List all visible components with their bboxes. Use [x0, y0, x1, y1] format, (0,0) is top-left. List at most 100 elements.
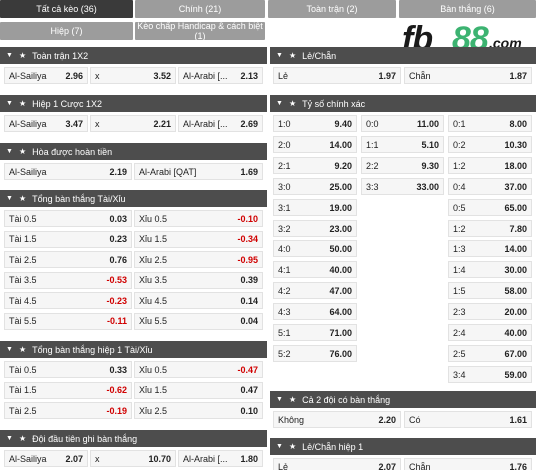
odds-cell[interactable]: Chẵn 1.87: [404, 67, 532, 84]
odds-cell[interactable]: Tài 0.5 0.03: [4, 210, 132, 227]
odds-cell[interactable]: 0:4 37.00: [448, 178, 532, 195]
odds-cell[interactable]: Al-Sailiya 2.19: [4, 163, 132, 180]
favorite-star-icon[interactable]: ★: [19, 345, 26, 354]
odds-cell[interactable]: 1:2 7.80: [448, 220, 532, 237]
odds-cell[interactable]: 3:1 19.00: [273, 199, 357, 216]
odds-cell[interactable]: x 10.70: [90, 450, 176, 467]
odds-cell[interactable]: Al-Sailiya 3.47: [4, 115, 88, 132]
collapse-arrow-icon[interactable]: ▼: [276, 52, 283, 59]
odds-cell[interactable]: 3:0 25.00: [273, 178, 357, 195]
tab-fulltime[interactable]: Toàn trận (2): [268, 0, 396, 18]
tab-main[interactable]: Chính (21): [135, 0, 265, 18]
favorite-star-icon[interactable]: ★: [19, 99, 26, 108]
favorite-star-icon[interactable]: ★: [19, 147, 26, 156]
odds-cell[interactable]: Tài 2.5 0.76: [4, 251, 132, 268]
odds-cell[interactable]: 3:4 59.00: [448, 366, 532, 383]
odds-cell[interactable]: 1:1 5.10: [361, 136, 444, 153]
section-header[interactable]: ▼ ★ Tổng bàn thắng Tài/Xỉu: [0, 190, 267, 207]
favorite-star-icon[interactable]: ★: [289, 395, 296, 404]
odds-cell[interactable]: 2:1 9.20: [273, 157, 357, 174]
odds-cell[interactable]: Tài 2.5 -0.19: [4, 402, 132, 419]
odds-cell[interactable]: 3:2 23.00: [273, 220, 357, 237]
odds-cell[interactable]: 1:3 14.00: [448, 240, 532, 257]
odds-cell[interactable]: 4:0 50.00: [273, 240, 357, 257]
odds-cell[interactable]: Tài 0.5 0.33: [4, 361, 132, 378]
favorite-star-icon[interactable]: ★: [289, 442, 296, 451]
odds-cell[interactable]: Xỉu 4.5 0.14: [134, 292, 263, 309]
odds-cell[interactable]: 1:0 9.40: [273, 115, 357, 132]
odds-cell[interactable]: Xỉu 5.5 0.04: [134, 312, 263, 330]
odds-cell[interactable]: 5:1 71.00: [273, 324, 357, 341]
odds-cell[interactable]: Al-Arabi [... 2.69: [178, 115, 263, 132]
section-header[interactable]: ▼ ★ Toàn trận 1X2: [0, 47, 267, 64]
collapse-arrow-icon[interactable]: ▼: [6, 435, 13, 442]
odds-cell[interactable]: 2:3 20.00: [448, 303, 532, 320]
odds-cell[interactable]: 0:5 65.00: [448, 199, 532, 216]
odds-cell[interactable]: 3:3 33.00: [361, 178, 444, 195]
odds-cell[interactable]: Xỉu 3.5 0.39: [134, 271, 263, 289]
tab-half[interactable]: Hiệp (7): [0, 22, 133, 40]
collapse-arrow-icon[interactable]: ▼: [6, 195, 13, 202]
odds-cell[interactable]: Tài 3.5 -0.53: [4, 271, 132, 289]
odds-cell[interactable]: Xỉu 1.5 -0.34: [134, 230, 263, 248]
odds-cell[interactable]: Lẻ 1.97: [273, 67, 401, 84]
odds-cell[interactable]: 2:4 40.00: [448, 324, 532, 341]
collapse-arrow-icon[interactable]: ▼: [276, 443, 283, 450]
odds-cell[interactable]: Al-Arabi [... 2.13: [178, 67, 263, 84]
section-header[interactable]: ▼ ★ Hiệp 1 Cược 1X2: [0, 95, 267, 112]
odds-cell[interactable]: Al-Sailiya 2.07: [4, 450, 88, 467]
odds-cell[interactable]: 0:1 8.00: [448, 115, 532, 132]
tab-handicap[interactable]: Kèo chấp Handicap & cách biệt (1): [135, 21, 265, 41]
collapse-arrow-icon[interactable]: ▼: [276, 396, 283, 403]
odds-cell[interactable]: x 3.52: [90, 67, 176, 84]
section-header[interactable]: ▼ ★ Cả 2 đội có bàn thắng: [270, 391, 536, 408]
odds-cell[interactable]: Al-Sailiya 2.96: [4, 67, 88, 84]
odds-cell[interactable]: Có 1.61: [404, 411, 532, 428]
odds-cell[interactable]: Chẵn 1.76: [404, 458, 532, 470]
section-header[interactable]: ▼ ★ Hòa được hoàn tiền: [0, 143, 267, 160]
odds-cell[interactable]: 1:4 30.00: [448, 261, 532, 278]
odds-cell[interactable]: Xỉu 2.5 0.10: [134, 402, 263, 419]
odds-cell[interactable]: Al-Arabi [QAT] 1.69: [134, 163, 263, 180]
odds-cell[interactable]: 4:1 40.00: [273, 261, 357, 278]
odds-cell[interactable]: 0:2 10.30: [448, 136, 532, 153]
odds-cell[interactable]: Al-Arabi [... 1.80: [178, 450, 263, 467]
odds-cell[interactable]: 2:0 14.00: [273, 136, 357, 153]
collapse-arrow-icon[interactable]: ▼: [276, 100, 283, 107]
odds-cell[interactable]: Tài 1.5 0.23: [4, 230, 132, 248]
odds-cell[interactable]: 2:2 9.30: [361, 157, 444, 174]
tab-all[interactable]: Tất cả kèo (36): [0, 0, 133, 18]
collapse-arrow-icon[interactable]: ▼: [6, 148, 13, 155]
collapse-arrow-icon[interactable]: ▼: [6, 52, 13, 59]
odds-cell[interactable]: 5:2 76.00: [273, 345, 357, 362]
favorite-star-icon[interactable]: ★: [19, 434, 26, 443]
tab-goals[interactable]: Bàn thắng (6): [399, 0, 536, 18]
odds-cell[interactable]: Xỉu 1.5 0.47: [134, 381, 263, 399]
odds-cell[interactable]: Tài 1.5 -0.62: [4, 381, 132, 399]
odds-cell[interactable]: 4:2 47.00: [273, 282, 357, 299]
odds-cell[interactable]: x 2.21: [90, 115, 176, 132]
section-header[interactable]: ▼ ★ Tỷ số chính xác: [270, 95, 536, 112]
collapse-arrow-icon[interactable]: ▼: [6, 100, 13, 107]
odds-cell[interactable]: 1:5 58.00: [448, 282, 532, 299]
favorite-star-icon[interactable]: ★: [19, 194, 26, 203]
odds-cell[interactable]: Tài 5.5 -0.11: [4, 312, 132, 330]
section-header[interactable]: ▼ ★ Lẻ/Chẵn: [270, 47, 536, 64]
odds-cell[interactable]: 4:3 64.00: [273, 303, 357, 320]
odds-cell[interactable]: Không 2.20: [273, 411, 401, 428]
collapse-arrow-icon[interactable]: ▼: [6, 346, 13, 353]
favorite-star-icon[interactable]: ★: [289, 51, 296, 60]
favorite-star-icon[interactable]: ★: [19, 51, 26, 60]
section-header[interactable]: ▼ ★ Tổng bàn thắng hiệp 1 Tài/Xỉu: [0, 341, 267, 358]
odds-cell[interactable]: Xỉu 2.5 -0.95: [134, 251, 263, 268]
odds-cell[interactable]: Lẻ 2.07: [273, 458, 401, 470]
odds-cell[interactable]: Xỉu 0.5 -0.10: [134, 210, 263, 227]
odds-cell[interactable]: Tài 4.5 -0.23: [4, 292, 132, 309]
odds-cell[interactable]: Xỉu 0.5 -0.47: [134, 361, 263, 378]
section-header[interactable]: ▼ ★ Đội đầu tiên ghi bàn thắng: [0, 430, 267, 447]
odds-cell[interactable]: 1:2 18.00: [448, 157, 532, 174]
favorite-star-icon[interactable]: ★: [289, 99, 296, 108]
odds-cell[interactable]: 0:0 11.00: [361, 115, 444, 132]
odds-cell[interactable]: 2:5 67.00: [448, 345, 532, 362]
section-header[interactable]: ▼ ★ Lẻ/Chẵn hiệp 1: [270, 438, 536, 455]
